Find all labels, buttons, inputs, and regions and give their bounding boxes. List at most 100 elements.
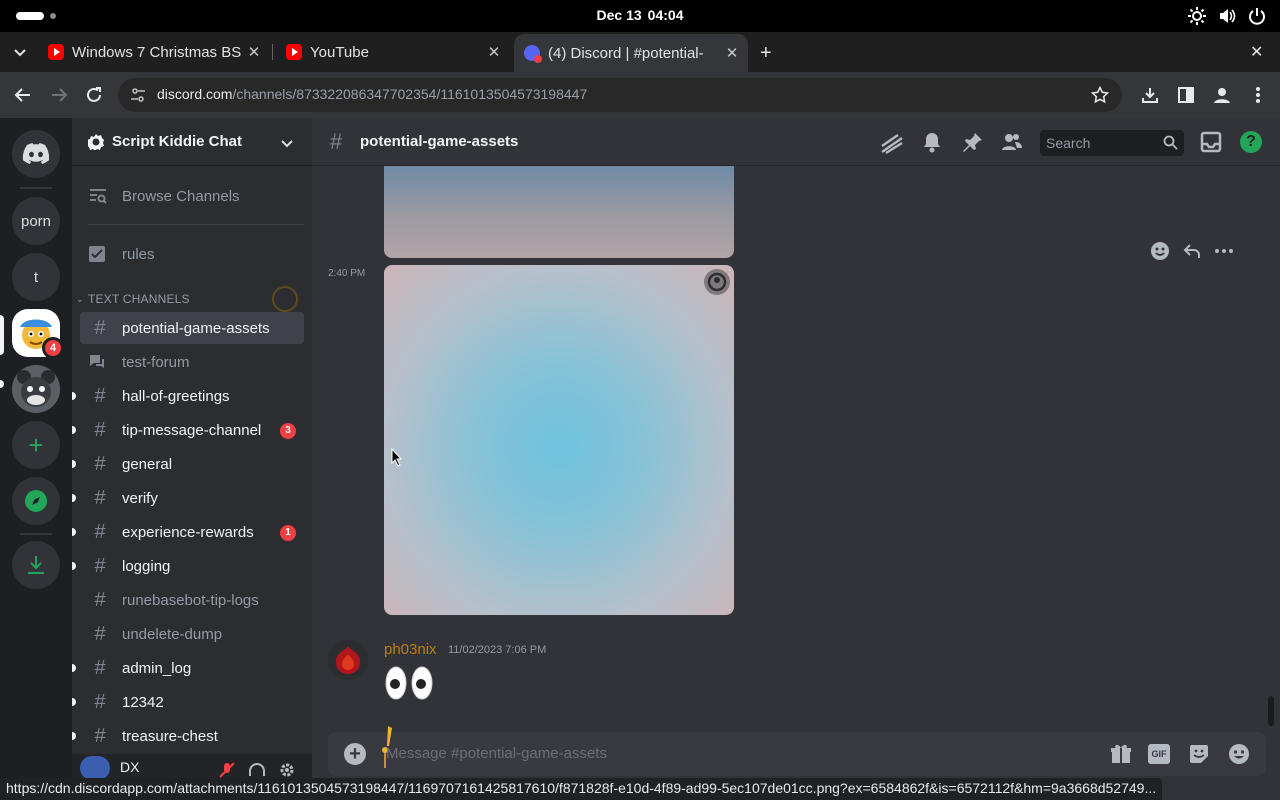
channel-label: treasure-chest (122, 727, 218, 745)
bookmark-star-icon[interactable] (1091, 86, 1109, 104)
address-bar[interactable]: discord.com/channels/873322086347702354/… (118, 78, 1122, 112)
channel-tip-message-channel[interactable]: # tip-message-channel 3 (72, 414, 304, 446)
channel-undelete-dump[interactable]: # undelete-dump (80, 618, 304, 650)
channel-logging[interactable]: # logging (72, 550, 304, 582)
channel-treasure-chest[interactable]: # treasure-chest (72, 720, 304, 752)
os-clock[interactable]: Dec 13 04:04 (0, 7, 1280, 23)
username: DX (120, 759, 140, 775)
forward-icon[interactable] (50, 86, 68, 104)
server-header[interactable]: Script Kiddie Chat (72, 118, 312, 166)
tab-windows7[interactable]: Windows 7 Christmas BS ✕ (40, 32, 270, 72)
server-script-kiddie-chat[interactable]: 4 (12, 309, 64, 359)
headphones-icon[interactable] (248, 762, 266, 778)
url-text: discord.com/channels/873322086347702354/… (157, 86, 587, 102)
channel-label: test-forum (122, 353, 190, 371)
back-icon[interactable] (14, 86, 32, 104)
explore-servers-button[interactable] (12, 477, 60, 525)
browser-menu-icon[interactable] (1250, 85, 1266, 105)
download-apps-button[interactable] (12, 541, 60, 589)
close-tab-icon[interactable]: ✕ (724, 44, 740, 62)
channel-label: experience-rewards (122, 523, 254, 541)
channel-potential-game-assets[interactable]: # potential-game-assets (80, 312, 304, 344)
unread-pip (72, 392, 76, 400)
channel-12342[interactable]: #12342 (72, 686, 304, 718)
more-options-icon[interactable] (1214, 241, 1234, 265)
inbox-icon[interactable] (1200, 131, 1222, 153)
member-list-icon[interactable] (1001, 131, 1023, 153)
search-input[interactable]: Search (1040, 130, 1184, 156)
downloads-icon[interactable] (1141, 86, 1159, 104)
chat-area: # potential-game-assets Search ? 2:40 PM… (312, 118, 1280, 780)
channel-verify[interactable]: # verify (72, 482, 304, 514)
channel-general[interactable]: # general (72, 448, 304, 480)
sticker-icon[interactable] (1188, 743, 1210, 765)
hash-icon: # (94, 520, 106, 543)
mic-muted-icon[interactable] (218, 762, 236, 778)
server-bear[interactable] (12, 365, 60, 413)
image-attachment[interactable] (384, 166, 734, 258)
chevron-down-icon[interactable] (280, 136, 294, 150)
message-timestamp: 2:40 PM (328, 268, 366, 279)
forum-icon (88, 353, 112, 371)
tab-youtube[interactable]: YouTube ✕ (278, 32, 510, 72)
reply-icon[interactable] (1182, 241, 1202, 265)
channel-hall-of-greetings[interactable]: # hall-of-greetings (72, 380, 304, 412)
channel-rules[interactable]: rules (80, 238, 304, 270)
system-tray[interactable] (1188, 7, 1266, 25)
user-settings-gear-icon[interactable] (278, 761, 296, 779)
image-attachment[interactable] (384, 265, 734, 615)
tab-list-chevron-icon[interactable] (12, 44, 28, 60)
channel-experience-rewards[interactable]: # experience-rewards 1 (72, 516, 304, 548)
rules-icon (88, 245, 112, 263)
reload-icon[interactable] (85, 86, 103, 104)
hash-icon: # (94, 486, 106, 509)
user-avatar[interactable] (80, 756, 110, 780)
tab-discord[interactable]: (4) Discord | #potential- ✕ (514, 34, 748, 72)
image-options-icon[interactable] (704, 269, 730, 295)
author-avatar[interactable] (328, 640, 368, 680)
pinned-messages-icon[interactable] (962, 131, 984, 153)
profile-icon[interactable] (1213, 86, 1231, 104)
eyes-emoji (384, 666, 434, 700)
notification-bell-icon[interactable] (922, 131, 942, 153)
discord-home-button[interactable] (12, 130, 60, 178)
side-panel-icon[interactable] (1177, 86, 1195, 104)
hash-icon: # (94, 690, 106, 713)
channel-label: potential-game-assets (122, 319, 270, 337)
close-tab-icon[interactable]: ✕ (246, 43, 262, 61)
browse-channels-item[interactable]: Browse Channels (80, 180, 304, 212)
help-icon[interactable]: ? (1240, 131, 1262, 153)
channel-admin-log[interactable]: # admin_log (72, 652, 304, 684)
server-t[interactable]: t (12, 253, 60, 301)
hash-icon: # (330, 129, 343, 154)
add-server-button[interactable]: + (12, 421, 60, 469)
new-tab-icon[interactable]: + (760, 42, 772, 65)
channel-label: general (122, 455, 173, 473)
unread-pip (72, 664, 76, 672)
close-window-icon[interactable]: ✕ (1250, 42, 1263, 62)
gif-icon[interactable]: GIF (1148, 744, 1170, 764)
user-panel: DX (72, 754, 312, 780)
eye-left-icon (385, 666, 407, 700)
gift-icon[interactable] (1110, 743, 1132, 765)
phoenix-avatar-icon (336, 646, 360, 674)
server-label: porn (20, 212, 52, 230)
os-date: Dec 13 (596, 7, 642, 23)
channel-test-forum[interactable]: test-forum (80, 346, 304, 378)
close-tab-icon[interactable]: ✕ (486, 43, 502, 61)
upload-plus-icon[interactable]: + (344, 743, 366, 765)
scrollbar-thumb[interactable] (1268, 696, 1274, 726)
author-name[interactable]: ph03nix (384, 641, 437, 658)
add-reaction-icon[interactable] (1150, 241, 1170, 265)
message-input[interactable]: Message #potential-game-assets (386, 745, 607, 762)
site-info-icon[interactable] (130, 87, 146, 103)
threads-icon[interactable] (880, 132, 904, 154)
unread-pip (72, 698, 76, 706)
channel-runebasebot-tip-logs[interactable]: # runebasebot-tip-logs (80, 584, 304, 616)
server-porn[interactable]: porn (12, 197, 60, 245)
category-chevron-icon[interactable]: ⌄ (76, 294, 84, 305)
emoji-picker-icon[interactable] (1228, 743, 1250, 765)
message-composer[interactable]: + Message #potential-game-assets GIF (328, 726, 1266, 776)
eye-right-icon (411, 666, 433, 700)
category-text-channels[interactable]: TEXT CHANNELS (88, 292, 190, 306)
